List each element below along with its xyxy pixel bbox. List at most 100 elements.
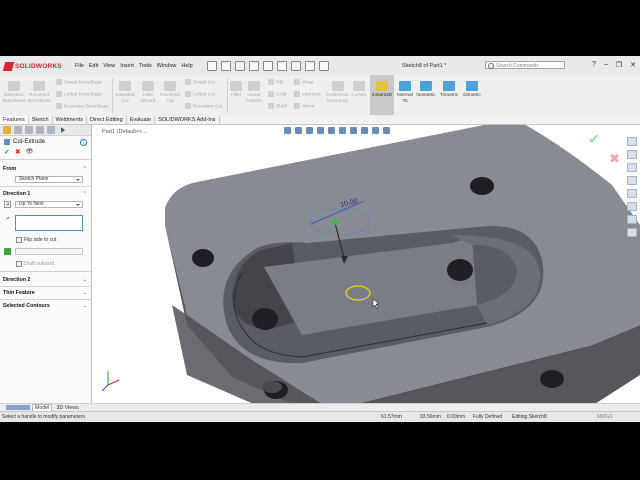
configuration-icon[interactable] bbox=[25, 126, 33, 134]
collapse-direction1-icon[interactable]: ⌃ bbox=[83, 191, 87, 197]
view-orientation-icon[interactable] bbox=[328, 127, 335, 134]
tab-addins[interactable]: SOLIDWORKS Add-Ins bbox=[155, 116, 220, 124]
display-manager-icon[interactable] bbox=[47, 126, 55, 134]
restore-icon[interactable]: ❐ bbox=[616, 61, 622, 69]
tab-direct-editing[interactable]: Direct Editing bbox=[87, 116, 127, 124]
tab-scroll-icon[interactable] bbox=[6, 405, 30, 410]
previous-view-icon[interactable] bbox=[306, 127, 313, 134]
direction1-section-label[interactable]: Direction 1 bbox=[3, 191, 30, 197]
boundary-boss-button[interactable]: Boundary Boss/Base bbox=[56, 103, 109, 110]
scene-icon[interactable] bbox=[372, 127, 379, 134]
menu-help[interactable]: Help bbox=[181, 63, 192, 69]
search-commands-input[interactable]: Search Commands bbox=[485, 61, 565, 69]
menu-view[interactable]: View bbox=[103, 63, 115, 69]
menu-window[interactable]: Window bbox=[157, 63, 177, 69]
draft-angle-field[interactable] bbox=[15, 248, 83, 255]
save-icon[interactable] bbox=[249, 61, 259, 71]
solidworks-logo[interactable]: SOLIDWORKS bbox=[2, 60, 62, 72]
normal-to-button[interactable]: Normal To bbox=[396, 81, 414, 104]
from-combo[interactable]: Sketch Plane bbox=[15, 176, 83, 183]
selected-contours-section-label[interactable]: Selected Contours bbox=[3, 303, 50, 309]
view-settings-icon[interactable] bbox=[383, 127, 390, 134]
preview-button[interactable]: 👁 bbox=[26, 149, 34, 156]
thin-feature-section-label[interactable]: Thin Feature bbox=[3, 290, 35, 296]
collapse-from-icon[interactable]: ⌃ bbox=[83, 166, 87, 172]
ok-button[interactable]: ✔ bbox=[4, 149, 10, 156]
property-manager-icon[interactable] bbox=[14, 126, 22, 134]
revolved-boss-button[interactable]: Revolved Boss/Base bbox=[28, 81, 51, 104]
draft-button[interactable]: Draft bbox=[268, 91, 286, 98]
file-explorer-icon[interactable] bbox=[627, 176, 637, 185]
zoom-fit-icon[interactable] bbox=[284, 127, 291, 134]
from-section-label[interactable]: From bbox=[3, 166, 16, 172]
expand-selected-contours-icon[interactable]: ⌄ bbox=[83, 303, 87, 309]
tab-features[interactable]: Features bbox=[0, 116, 29, 124]
home-icon[interactable] bbox=[207, 61, 217, 71]
confirm-cancel-icon[interactable]: ✖ bbox=[609, 151, 620, 167]
curves-button[interactable]: Curves bbox=[351, 81, 367, 99]
draft-angle-icon[interactable] bbox=[4, 248, 11, 255]
custom-properties-icon[interactable] bbox=[627, 215, 637, 224]
draft-outward-checkbox[interactable]: Draft outward bbox=[16, 261, 54, 267]
swept-boss-button[interactable]: Swept Boss/Base bbox=[56, 79, 102, 86]
reference-geometry-button[interactable]: Reference Geometry bbox=[325, 81, 350, 104]
expand-direction2-icon[interactable]: ⌄ bbox=[83, 277, 87, 283]
menu-file[interactable]: File bbox=[75, 63, 84, 69]
menu-edit[interactable]: Edit bbox=[89, 63, 98, 69]
extruded-cut-button[interactable]: Extruded Cut bbox=[115, 81, 135, 104]
linear-pattern-button[interactable]: Linear Pattern bbox=[244, 81, 264, 104]
forum-icon[interactable] bbox=[627, 228, 637, 237]
revolved-cut-button[interactable]: Revolved Cut bbox=[160, 81, 180, 104]
direction2-section-label[interactable]: Direction 2 bbox=[3, 277, 30, 283]
section-view-icon[interactable] bbox=[317, 127, 324, 134]
isometric-button[interactable]: Isometric bbox=[415, 81, 437, 99]
expand-arrow-icon[interactable] bbox=[61, 127, 65, 133]
tab-3d-views[interactable]: 3D Views bbox=[54, 405, 80, 411]
status-units[interactable]: MMGS bbox=[597, 414, 613, 420]
flip-side-checkbox[interactable]: Flip side to cut bbox=[16, 237, 56, 243]
graphics-area[interactable]: 10.00 Part1 (Default<<... ✔ ✖ bbox=[92, 125, 640, 403]
rib-button[interactable]: Rib bbox=[268, 79, 283, 86]
drag-handle[interactable] bbox=[332, 219, 338, 225]
zoom-area-icon[interactable] bbox=[295, 127, 302, 134]
options-icon[interactable] bbox=[319, 61, 329, 71]
help-icon[interactable]: ? bbox=[592, 61, 596, 69]
tab-evaluate[interactable]: Evaluate bbox=[127, 116, 156, 124]
feature-tree-icon[interactable] bbox=[3, 126, 11, 134]
resources-icon[interactable] bbox=[627, 150, 637, 159]
expand-thin-feature-icon[interactable]: ⌄ bbox=[83, 290, 87, 296]
trimetric-button[interactable]: Trimetric bbox=[438, 81, 460, 99]
tab-sketch[interactable]: Sketch bbox=[29, 116, 53, 124]
view-palette-icon[interactable] bbox=[627, 189, 637, 198]
extruded-boss-button[interactable]: Extruded Boss/Base bbox=[3, 81, 26, 104]
select-icon[interactable] bbox=[291, 61, 301, 71]
design-library-icon[interactable] bbox=[627, 163, 637, 172]
undo-icon[interactable] bbox=[277, 61, 287, 71]
new-icon[interactable] bbox=[221, 61, 231, 71]
intersect-button[interactable]: Intersect bbox=[294, 91, 320, 98]
open-icon[interactable] bbox=[235, 61, 245, 71]
display-style-icon[interactable] bbox=[339, 127, 346, 134]
close-icon[interactable]: ✕ bbox=[630, 61, 636, 69]
tab-weldments[interactable]: Weldments bbox=[53, 116, 87, 124]
instant3d-button[interactable]: Instant3D bbox=[370, 75, 394, 115]
lofted-boss-button[interactable]: Lofted Boss/Base bbox=[56, 91, 102, 98]
lofted-cut-button[interactable]: Lofted Cut bbox=[185, 91, 215, 98]
boundary-cut-button[interactable]: Boundary Cut bbox=[185, 103, 222, 110]
wrap-button[interactable]: Wrap bbox=[294, 79, 313, 86]
menu-tools[interactable]: Tools bbox=[139, 63, 152, 69]
minimize-icon[interactable]: – bbox=[604, 61, 608, 69]
fillet-button[interactable]: Fillet bbox=[229, 81, 243, 99]
cancel-button[interactable]: ✖ bbox=[15, 149, 21, 156]
appearance-icon[interactable] bbox=[361, 127, 368, 134]
reverse-direction-icon[interactable]: ↗ bbox=[4, 201, 11, 208]
confirm-ok-icon[interactable]: ✔ bbox=[588, 131, 600, 148]
print-icon[interactable] bbox=[263, 61, 273, 71]
direction-selection-box[interactable] bbox=[15, 215, 83, 231]
feature-tree-flyout[interactable]: Part1 (Default<<... bbox=[102, 129, 147, 135]
part-model[interactable]: 10.00 bbox=[92, 125, 640, 403]
shell-button[interactable]: Shell bbox=[268, 103, 287, 110]
rebuild-icon[interactable] bbox=[305, 61, 315, 71]
hide-show-icon[interactable] bbox=[350, 127, 357, 134]
end-condition-combo[interactable]: Up To Next bbox=[15, 201, 83, 208]
